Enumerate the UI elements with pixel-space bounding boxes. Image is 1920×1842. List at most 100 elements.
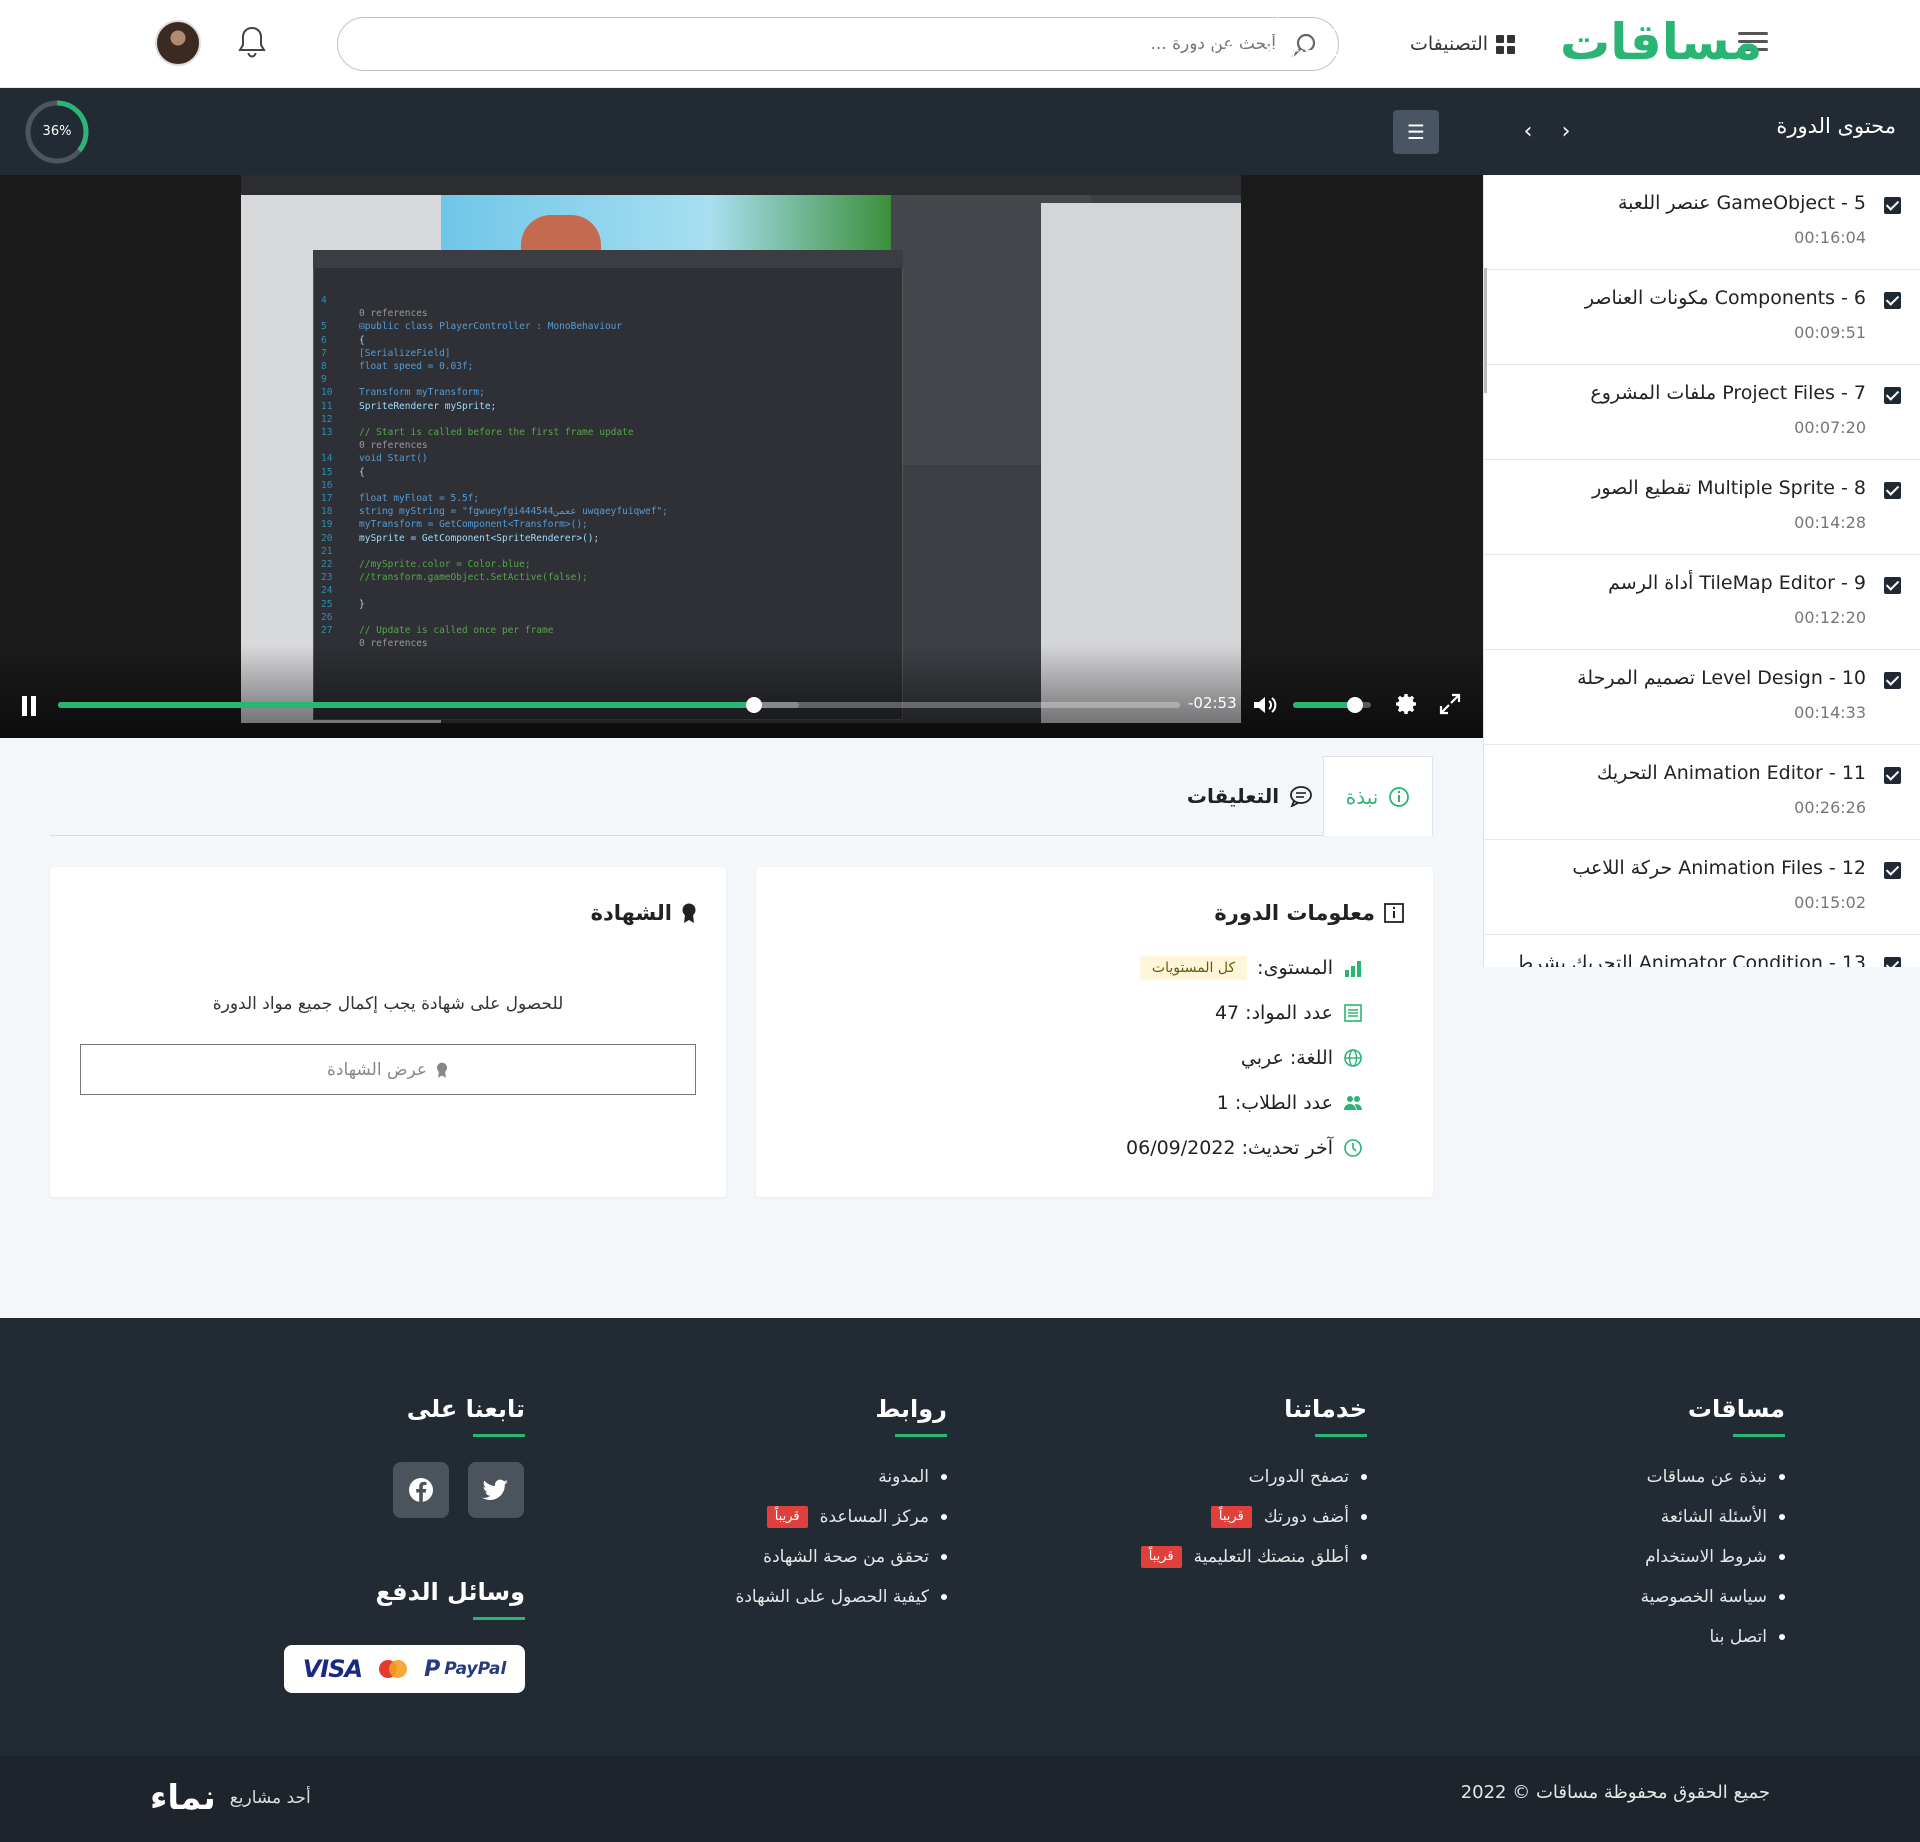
footer-link[interactable]: كيفية الحصول على الشهادة	[735, 1577, 947, 1617]
paypal-text: PayPal	[444, 1659, 507, 1679]
lesson-item[interactable]: 6 - Components مكونات العناصر 00:09:51	[1484, 270, 1920, 365]
lesson-check-icon[interactable]	[1884, 672, 1901, 689]
course-title: تعلم برمجة الألعاب من الصفر باستخدام Uni…	[1033, 16, 1370, 35]
volume-icon[interactable]	[1252, 694, 1278, 716]
user-avatar[interactable]	[155, 20, 201, 66]
lesson-check-icon[interactable]	[1884, 767, 1901, 784]
update-row: آخر تحديث: 06/09/2022	[1126, 1133, 1363, 1163]
footer-link[interactable]: نبذة عن مساقات	[1641, 1457, 1786, 1497]
code-line-text: mySprite = GetComponent<SpriteRenderer>(…	[359, 532, 600, 544]
partner-text: أحد مشاريع	[229, 1788, 311, 1808]
students-row: عدد الطلاب: 1	[1217, 1088, 1363, 1118]
code-line-number: 19	[321, 519, 333, 531]
paypal-logo: P PayPal	[424, 1657, 506, 1682]
lesson-item[interactable]: 10 - Level Design تصميم المرحلة 00:14:33	[1484, 650, 1920, 745]
lesson-title: 7 - Project Files ملفات المشروع	[1590, 382, 1866, 404]
lesson-check-icon[interactable]	[1884, 387, 1901, 404]
lesson-title: 6 - Components مكونات العناصر	[1584, 287, 1866, 309]
award-icon	[436, 1062, 448, 1078]
code-line-text: void Start()	[359, 453, 428, 465]
items-row: عدد المواد: 47	[1215, 998, 1363, 1028]
lesson-check-icon[interactable]	[1884, 957, 1901, 967]
lesson-check-icon[interactable]	[1884, 862, 1901, 879]
view-certificate-button[interactable]: عرض الشهادة	[80, 1044, 696, 1095]
lesson-item[interactable]: 12 - Animation Files حركة اللاعب 00:15:02	[1484, 840, 1920, 935]
code-line-number: 6	[321, 334, 327, 346]
lesson-check-icon[interactable]	[1884, 482, 1901, 499]
course-info-heading: معلومات الدورة	[1214, 901, 1405, 925]
volume-level	[1293, 702, 1356, 708]
lesson-item[interactable]: 8 - Multiple Sprite تقطيع الصور 00:14:28	[1484, 460, 1920, 555]
code-line-number: 18	[321, 506, 333, 518]
footer-link[interactable]: اتصل بنا	[1641, 1617, 1786, 1657]
footer-col-payments: وسائل الدفع	[375, 1578, 525, 1620]
code-line-number: 10	[321, 387, 333, 399]
code-line-text: Transform myTransform;	[359, 387, 485, 399]
chevron-right-icon[interactable]: ›	[1555, 117, 1577, 147]
lesson-duration: 00:07:20	[1794, 418, 1866, 437]
bell-icon[interactable]	[236, 24, 268, 60]
chevron-left-icon[interactable]: ‹	[1517, 117, 1539, 147]
code-line-text: myTransform = GetComponent<Transform>();	[359, 519, 588, 531]
code-line-text: ⊟public class PlayerController : MonoBeh…	[359, 321, 623, 333]
lesson-item[interactable]: 5 - GameObject عنصر اللعبة 00:16:04	[1484, 175, 1920, 270]
lesson-item[interactable]: 11 - Animation Editor التحريك 00:26:26	[1484, 745, 1920, 840]
lesson-check-icon[interactable]	[1884, 197, 1901, 214]
tab-about[interactable]: نبذة	[1323, 756, 1433, 836]
code-line-text: {	[359, 334, 365, 346]
language: اللغة: عربي	[1240, 1047, 1333, 1069]
lesson-check-icon[interactable]	[1884, 577, 1901, 594]
pause-icon[interactable]	[22, 696, 40, 716]
certificate-title: الشهادة	[590, 901, 672, 925]
code-line-number: 20	[321, 532, 333, 544]
items-count: عدد المواد: 47	[1214, 1002, 1333, 1024]
lesson-duration: 00:15:02	[1794, 893, 1866, 912]
lesson-item[interactable]: 13 - Animator Condition التحريك بشرط	[1484, 935, 1920, 967]
seek-bar[interactable]	[58, 697, 1180, 713]
footer-link-label: تحقق من صحة الشهادة	[763, 1547, 929, 1567]
gear-icon[interactable]	[1395, 692, 1419, 716]
code-line-number: 26	[321, 611, 333, 623]
partner-badge[interactable]: أحد مشاريع نماء	[150, 1778, 311, 1818]
course-content-sidebar: 5 - GameObject عنصر اللعبة 00:16:04 6 - Co…	[1483, 175, 1920, 967]
footer-link[interactable]: شروط الاستخدام	[1641, 1537, 1786, 1577]
footer-link[interactable]: المدونة	[735, 1457, 947, 1497]
footer-link[interactable]: تصفح الدورات	[1141, 1457, 1368, 1497]
code-line-number: 25	[321, 598, 333, 610]
site-logo[interactable]: مساقات	[1560, 12, 1762, 72]
volume-slider[interactable]	[1293, 697, 1371, 713]
tab-comments[interactable]: التعليقات	[1185, 756, 1315, 836]
footer-link-label: أضف دورتك	[1263, 1507, 1349, 1527]
course-progress-text: 36%	[42, 124, 72, 139]
footer-link[interactable]: مركز المساعدة قريباً	[735, 1497, 947, 1537]
info-icon	[1389, 786, 1410, 807]
footer-col-title: خدماتنا	[1284, 1395, 1367, 1437]
code-line-text: //transform.gameObject.SetActive(false);	[359, 572, 588, 584]
fullscreen-icon[interactable]	[1438, 692, 1462, 716]
footer-links: نبذة عن مساقات الأسئلة الشائعة شروط الاستخ…	[1641, 1457, 1786, 1657]
sidebar-scrollbar[interactable]	[1484, 268, 1487, 393]
footer-link[interactable]: تحقق من صحة الشهادة	[735, 1537, 947, 1577]
footer-links: تصفح الدورات أضف دورتكقريباً أطلق منصتك ال…	[1140, 1457, 1368, 1577]
footer-link[interactable]: أضف دورتك قريباً	[1141, 1497, 1368, 1537]
course-info-title: معلومات الدورة	[1214, 901, 1375, 925]
video-player[interactable]: 4 0 references 5 ⊟public class PlayerContro…	[0, 175, 1483, 738]
seek-handle[interactable]	[745, 697, 762, 713]
footer-link[interactable]: سياسة الخصوصية	[1641, 1577, 1786, 1617]
code-line-text: 0 references	[359, 308, 428, 320]
twitter-icon[interactable]	[468, 1462, 524, 1518]
students-count: عدد الطلاب: 1	[1216, 1092, 1333, 1114]
categories-button[interactable]: التصنيفات	[1410, 28, 1516, 60]
lesson-title: 8 - Multiple Sprite تقطيع الصور	[1592, 477, 1866, 499]
facebook-icon[interactable]	[393, 1462, 449, 1518]
course-info-card: معلومات الدورة المستوى: كل المستويات عدد…	[756, 867, 1433, 1197]
sidebar-toggle-button[interactable]: ☰	[1393, 110, 1439, 154]
level-row: المستوى: كل المستويات	[1139, 953, 1363, 983]
lesson-check-icon[interactable]	[1884, 292, 1901, 309]
footer-link[interactable]: الأسئلة الشائعة	[1641, 1497, 1786, 1537]
code-line-text: float speed = 0.03f;	[359, 361, 474, 372]
course-bar	[0, 88, 1920, 175]
footer-link[interactable]: أطلق منصتك التعليمية قريباً	[1140, 1537, 1368, 1577]
lesson-item[interactable]: 7 - Project Files ملفات المشروع 00:07:20	[1484, 365, 1920, 460]
lesson-item[interactable]: 9 - TileMap Editor أداة الرسم 00:12:20	[1484, 555, 1920, 650]
